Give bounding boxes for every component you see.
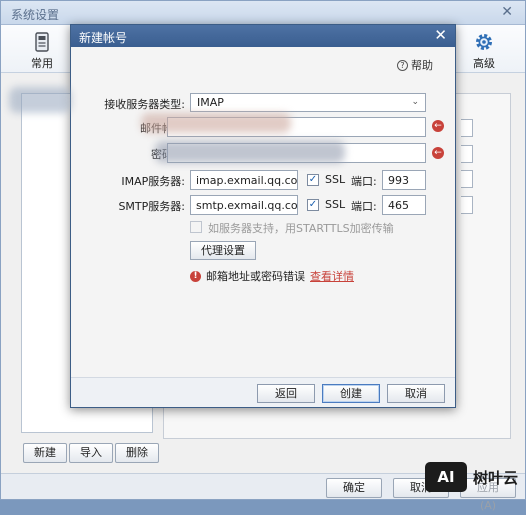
toolbar-advanced-button[interactable]: 高级 — [461, 27, 507, 71]
help-link[interactable]: ? 帮助 — [397, 57, 433, 73]
chevron-down-icon: ⌄ — [411, 97, 419, 107]
imap-port-input[interactable]: 993 — [382, 170, 426, 190]
bg-field-4[interactable] — [461, 196, 473, 214]
delete-account-button[interactable]: 删除 — [115, 443, 159, 463]
new-account-dialog: 新建帐号 ✕ ? 帮助 接收服务器类型: IMAP ⌄ 邮件帐 ← 密码 ← I… — [9, 24, 456, 408]
bg-field-1[interactable] — [461, 119, 473, 137]
imap-ssl-checkbox[interactable]: ✓ — [307, 174, 319, 186]
error-message-row: ! 邮箱地址或密码错误 查看详情 — [190, 268, 354, 284]
starttls-checkbox[interactable] — [190, 221, 202, 233]
dialog-title: 新建帐号 — [79, 31, 128, 45]
dialog-cancel-button[interactable]: 取消 — [387, 384, 445, 403]
help-label: 帮助 — [411, 59, 433, 72]
dialog-titlebar: 新建帐号 ✕ — [71, 25, 455, 47]
system-settings-title: 系统设置 — [11, 8, 60, 22]
watermark-text: 树叶云 — [472, 468, 518, 487]
dialog-close-icon[interactable]: ✕ — [434, 27, 447, 43]
watermark-logo: AI — [424, 462, 467, 492]
smtp-port-input[interactable]: 465 — [382, 195, 426, 215]
server-type-value: IMAP — [197, 96, 224, 109]
smtp-label: SMTP服务器: — [118, 200, 185, 213]
toolbar-common-label: 常用 — [31, 57, 53, 70]
ok-button[interactable]: 确定 — [326, 478, 382, 498]
smtp-port-label: 端口: — [351, 200, 377, 213]
error-message: 邮箱地址或密码错误 — [206, 270, 305, 283]
imap-port-label: 端口: — [351, 175, 377, 188]
help-icon: ? — [397, 59, 408, 71]
bg-field-3[interactable] — [461, 170, 473, 188]
toolbar-common-button[interactable]: 常用 — [19, 27, 65, 71]
imap-label: IMAP服务器: — [121, 175, 185, 188]
back-button[interactable]: 返回 — [257, 384, 315, 403]
create-button[interactable]: 创建 — [322, 384, 380, 403]
toolbar-advanced-label: 高级 — [473, 57, 495, 70]
proxy-settings-button[interactable]: 代理设置 — [190, 241, 256, 260]
imap-server-input[interactable]: imap.exmail.qq.com — [190, 170, 298, 190]
server-type-select[interactable]: IMAP ⌄ — [190, 93, 426, 112]
phone-icon — [35, 32, 49, 52]
system-settings-titlebar: 系统设置 ✕ — [1, 1, 525, 25]
smtp-server-input[interactable]: smtp.exmail.qq.com — [190, 195, 298, 215]
imap-ssl-label: SSL — [325, 173, 346, 186]
redaction-blur — [155, 141, 345, 163]
password-error-icon: ← — [432, 147, 444, 159]
dialog-footer: 返回 创建 取消 — [71, 377, 455, 407]
starttls-label: 如服务器支持，用STARTTLS加密传输 — [208, 222, 394, 235]
error-icon: ! — [190, 270, 201, 282]
redaction-blur — [9, 87, 71, 113]
watermark: AI 树叶云 — [424, 462, 518, 492]
bg-field-2[interactable] — [461, 145, 473, 163]
redaction-blur — [141, 113, 291, 133]
smtp-ssl-checkbox[interactable]: ✓ — [307, 199, 319, 211]
smtp-ssl-label: SSL — [325, 198, 346, 211]
close-icon[interactable]: ✕ — [501, 4, 513, 20]
gear-icon — [476, 34, 492, 50]
error-details-link[interactable]: 查看详情 — [310, 268, 354, 284]
new-account-button[interactable]: 新建 — [23, 443, 67, 463]
server-type-label: 接收服务器类型: — [104, 98, 185, 111]
import-account-button[interactable]: 导入 — [69, 443, 113, 463]
email-error-icon: ← — [432, 120, 444, 132]
